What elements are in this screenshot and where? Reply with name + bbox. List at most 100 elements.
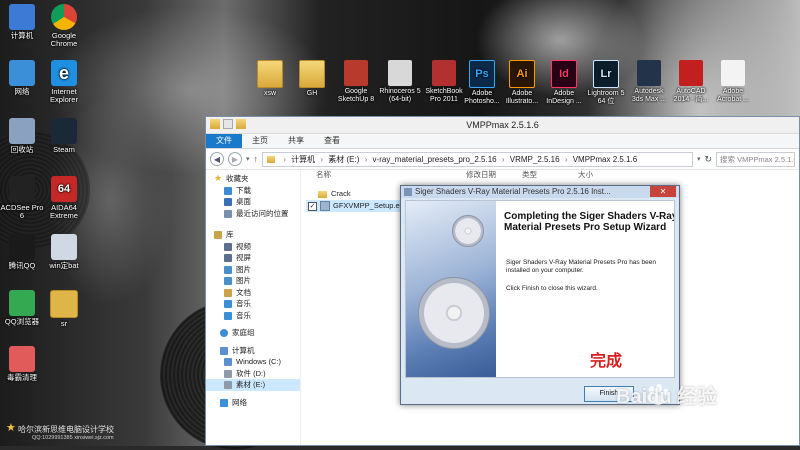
nav-item[interactable]: 图片 <box>206 264 300 276</box>
desktop-icon-folder[interactable]: sr <box>42 290 86 328</box>
nav-item[interactable]: 软件 (D:) <box>206 368 300 380</box>
desktop-icon-label: Adobe Acrobat ... <box>717 88 749 103</box>
column-date[interactable]: 修改日期 <box>466 169 522 181</box>
sketchbook-icon <box>432 60 456 86</box>
bat-file-icon <box>51 234 77 260</box>
nav-computer[interactable]: 计算机 <box>206 345 300 357</box>
desktop-icon-label: 计算机 <box>10 31 34 40</box>
steam-icon <box>51 118 77 144</box>
nav-item-icon <box>224 186 232 195</box>
recent-dropdown-icon[interactable]: ▾ <box>246 155 250 163</box>
nav-homegroup[interactable]: 家庭组 <box>206 327 300 339</box>
folder-icon <box>50 290 78 318</box>
cd-disc-icon <box>452 215 484 247</box>
desktop-icon-chrome[interactable]: Google Chrome <box>42 4 86 48</box>
desktop-icon-ie[interactable]: e Internet Explorer <box>42 60 86 104</box>
cd-disc-icon <box>418 277 490 349</box>
address-bar[interactable]: › 计算机 › 素材 (E:) › v-ray_material_presets… <box>262 151 693 167</box>
nav-item[interactable]: 图片 <box>206 275 300 287</box>
desktop-icon-illustrator[interactable]: Ai Adobe Illustrato... <box>501 60 543 106</box>
nav-libraries[interactable]: 库 <box>206 229 300 241</box>
tab-share[interactable]: 共享 <box>278 134 314 148</box>
desktop-icon-steam[interactable]: Steam <box>42 118 86 154</box>
star-icon: ★ <box>214 173 223 183</box>
nav-item[interactable]: 下载 <box>206 185 300 197</box>
wizard-heading: Completing the Siger Shaders V-Ray Mater… <box>504 211 675 233</box>
desktop-icon-3dsmax[interactable]: Autodesk 3ds Max ... <box>628 60 670 104</box>
nav-favorites[interactable]: ★ 收藏夹 <box>206 173 300 185</box>
desktop-icon-recycle-bin[interactable]: 回收站 <box>0 118 44 154</box>
desktop-icon-qq-browser[interactable]: QQ浏览器 <box>0 290 44 326</box>
breadcrumb-presets[interactable]: v-ray_material_presets_pro_2.5.16 <box>373 155 497 164</box>
nav-item-label: Windows (C:) <box>236 357 282 366</box>
desktop-icon-sketchbook[interactable]: SketchBook Pro 2011 <box>423 60 465 104</box>
desktop-icon-lightroom[interactable]: Lr Lightroom 5 64 位 <box>585 60 627 106</box>
dialog-title-bar[interactable]: Siger Shaders V-Ray Material Presets Pro… <box>401 186 679 198</box>
desktop-icon-computer[interactable]: 计算机 <box>0 4 44 40</box>
desktop-icon-acrobat[interactable]: Adobe Acrobat ... <box>712 60 754 104</box>
nav-item-icon <box>224 381 232 389</box>
nav-item[interactable]: 最近访问的位置 <box>206 208 300 220</box>
nav-item-icon <box>224 300 232 308</box>
breadcrumb-computer[interactable]: 计算机 <box>291 155 315 164</box>
desktop-icon-qq[interactable]: 腾讯QQ <box>0 234 44 270</box>
nav-item[interactable]: 视频 <box>206 241 300 253</box>
column-type[interactable]: 类型 <box>522 169 578 181</box>
desktop-icon-label: QQ浏览器 <box>4 317 40 326</box>
column-size[interactable]: 大小 <box>578 169 618 181</box>
breadcrumb-vrmp[interactable]: VRMP_2.5.16 <box>510 155 560 164</box>
nav-item-label: 视频 <box>236 241 251 251</box>
tab-view[interactable]: 查看 <box>314 134 350 148</box>
explorer-title-bar[interactable]: VMPPmax 2.5.1.6 <box>206 117 799 134</box>
nav-item[interactable]: 音乐 <box>206 298 300 310</box>
app-abbreviation: Ps <box>475 68 489 80</box>
nav-item[interactable]: 文档 <box>206 287 300 299</box>
breadcrumb-current[interactable]: VMPPmax 2.5.1.6 <box>573 155 637 164</box>
tab-home[interactable]: 主页 <box>242 134 278 148</box>
desktop-icon-label: ACDSee Pro 6 <box>0 203 44 220</box>
nav-item[interactable]: 音乐 <box>206 310 300 322</box>
nav-item-icon <box>224 288 232 297</box>
desktop-icon-label: 毒霸清理 <box>7 373 37 382</box>
breadcrumb-drive[interactable]: 素材 (E:) <box>328 155 359 164</box>
desktop-icon-cleaner[interactable]: 毒霸清理 <box>0 346 44 382</box>
column-name[interactable]: 名称 <box>306 169 466 181</box>
desktop-icon-sketchup[interactable]: Google SketchUp 8 <box>335 60 377 104</box>
close-button[interactable]: ✕ <box>650 186 676 197</box>
checkbox-checked-icon[interactable]: ✓ <box>308 201 317 211</box>
desktop-icon-rhino[interactable]: Rhinoceros 5 (64-bit) <box>379 60 421 104</box>
desktop-icon-bat-file[interactable]: win定bat <box>42 234 86 270</box>
nav-item[interactable]: 素材 (E:) <box>206 379 300 391</box>
desktop-icon-acdsee[interactable]: ACDSee Pro 6 <box>0 176 44 220</box>
nav-item[interactable]: 视屏 <box>206 252 300 264</box>
wizard-message: Siger Shaders V-Ray Material Presets Pro… <box>506 259 656 274</box>
breadcrumb-separator-icon: › <box>283 154 286 164</box>
nav-libraries-label: 库 <box>226 230 234 239</box>
nav-item[interactable]: 桌面 <box>206 196 300 208</box>
nav-item-label: 图片 <box>236 276 251 285</box>
nav-item-label: 视屏 <box>236 253 251 262</box>
desktop-icon-photoshop[interactable]: Ps Adobe Photosho... <box>461 60 503 106</box>
tab-file[interactable]: 文件 <box>206 134 242 148</box>
desktop-icon-folder[interactable]: GH <box>291 60 333 98</box>
gold-star-icon: ★ <box>6 422 16 434</box>
desktop-icon-autocad[interactable]: AutoCAD 2014 - 简... <box>670 60 712 104</box>
computer-icon <box>9 4 35 30</box>
nav-item-icon <box>224 242 232 251</box>
nav-network[interactable]: 网络 <box>206 397 300 409</box>
desktop-icon-label: Google Chrome <box>50 31 78 48</box>
back-arrow-icon[interactable]: ◀ <box>210 152 224 166</box>
forward-arrow-icon[interactable]: ▶ <box>228 152 242 166</box>
breadcrumb-separator-icon: › <box>564 154 568 164</box>
column-headers: 名称 修改日期 类型 大小 <box>306 169 799 181</box>
up-arrow-icon[interactable]: ↑ <box>254 154 259 164</box>
address-dropdown-icon[interactable]: ▾ <box>697 155 701 163</box>
desktop-icon-folder[interactable]: xsw <box>249 60 291 98</box>
nav-item[interactable]: Windows (C:) <box>206 356 300 368</box>
nav-item-icon <box>224 198 232 206</box>
search-input[interactable]: 搜索 VMPPmax 2.5.1.6 <box>716 151 795 167</box>
desktop-icon-indesign[interactable]: Id Adobe InDesign ... <box>543 60 585 106</box>
desktop-icon-aida64[interactable]: 64 AIDA64 Extreme <box>42 176 86 220</box>
desktop-icon-network[interactable]: 网络 <box>0 60 44 96</box>
refresh-icon[interactable]: ↻ <box>704 154 712 165</box>
